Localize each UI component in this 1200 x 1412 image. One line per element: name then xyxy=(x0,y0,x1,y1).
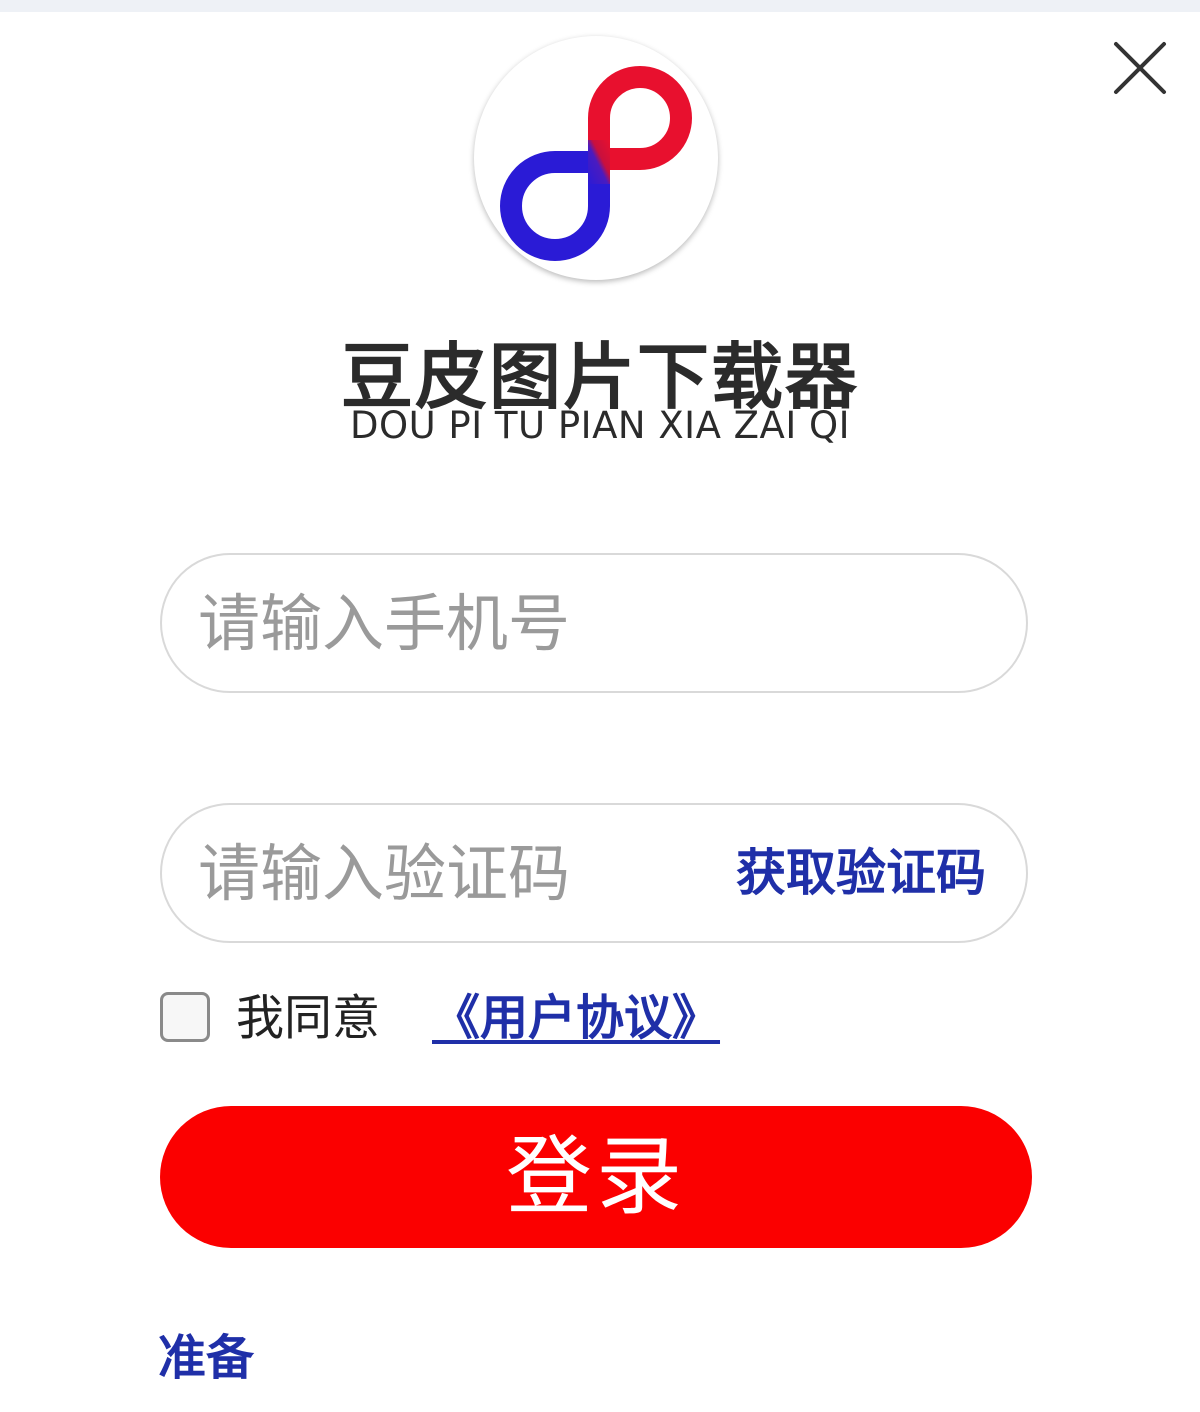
app-subtitle: DOU PI TU PIAN XIA ZAI QI xyxy=(349,404,851,447)
user-agreement-link[interactable]: 《用户协议》 xyxy=(432,990,720,1046)
infinity-logo-icon xyxy=(500,66,692,261)
status-text: 准备 xyxy=(158,1330,255,1386)
phone-input[interactable] xyxy=(198,555,998,691)
agree-checkbox[interactable] xyxy=(160,992,210,1042)
code-field-container: 获取验证码 xyxy=(160,803,1028,943)
close-icon xyxy=(1114,42,1166,94)
agreement-row: 我同意 《用户协议》 xyxy=(160,990,960,1046)
phone-field-container xyxy=(160,553,1028,693)
close-button[interactable] xyxy=(1108,36,1172,100)
app-logo xyxy=(474,36,718,280)
verification-code-input[interactable] xyxy=(198,805,698,941)
agree-label: 我同意 xyxy=(236,990,381,1046)
window-top-bar xyxy=(0,0,1200,12)
get-code-button[interactable]: 获取验证码 xyxy=(736,805,986,941)
login-button[interactable]: 登录 xyxy=(160,1106,1032,1248)
